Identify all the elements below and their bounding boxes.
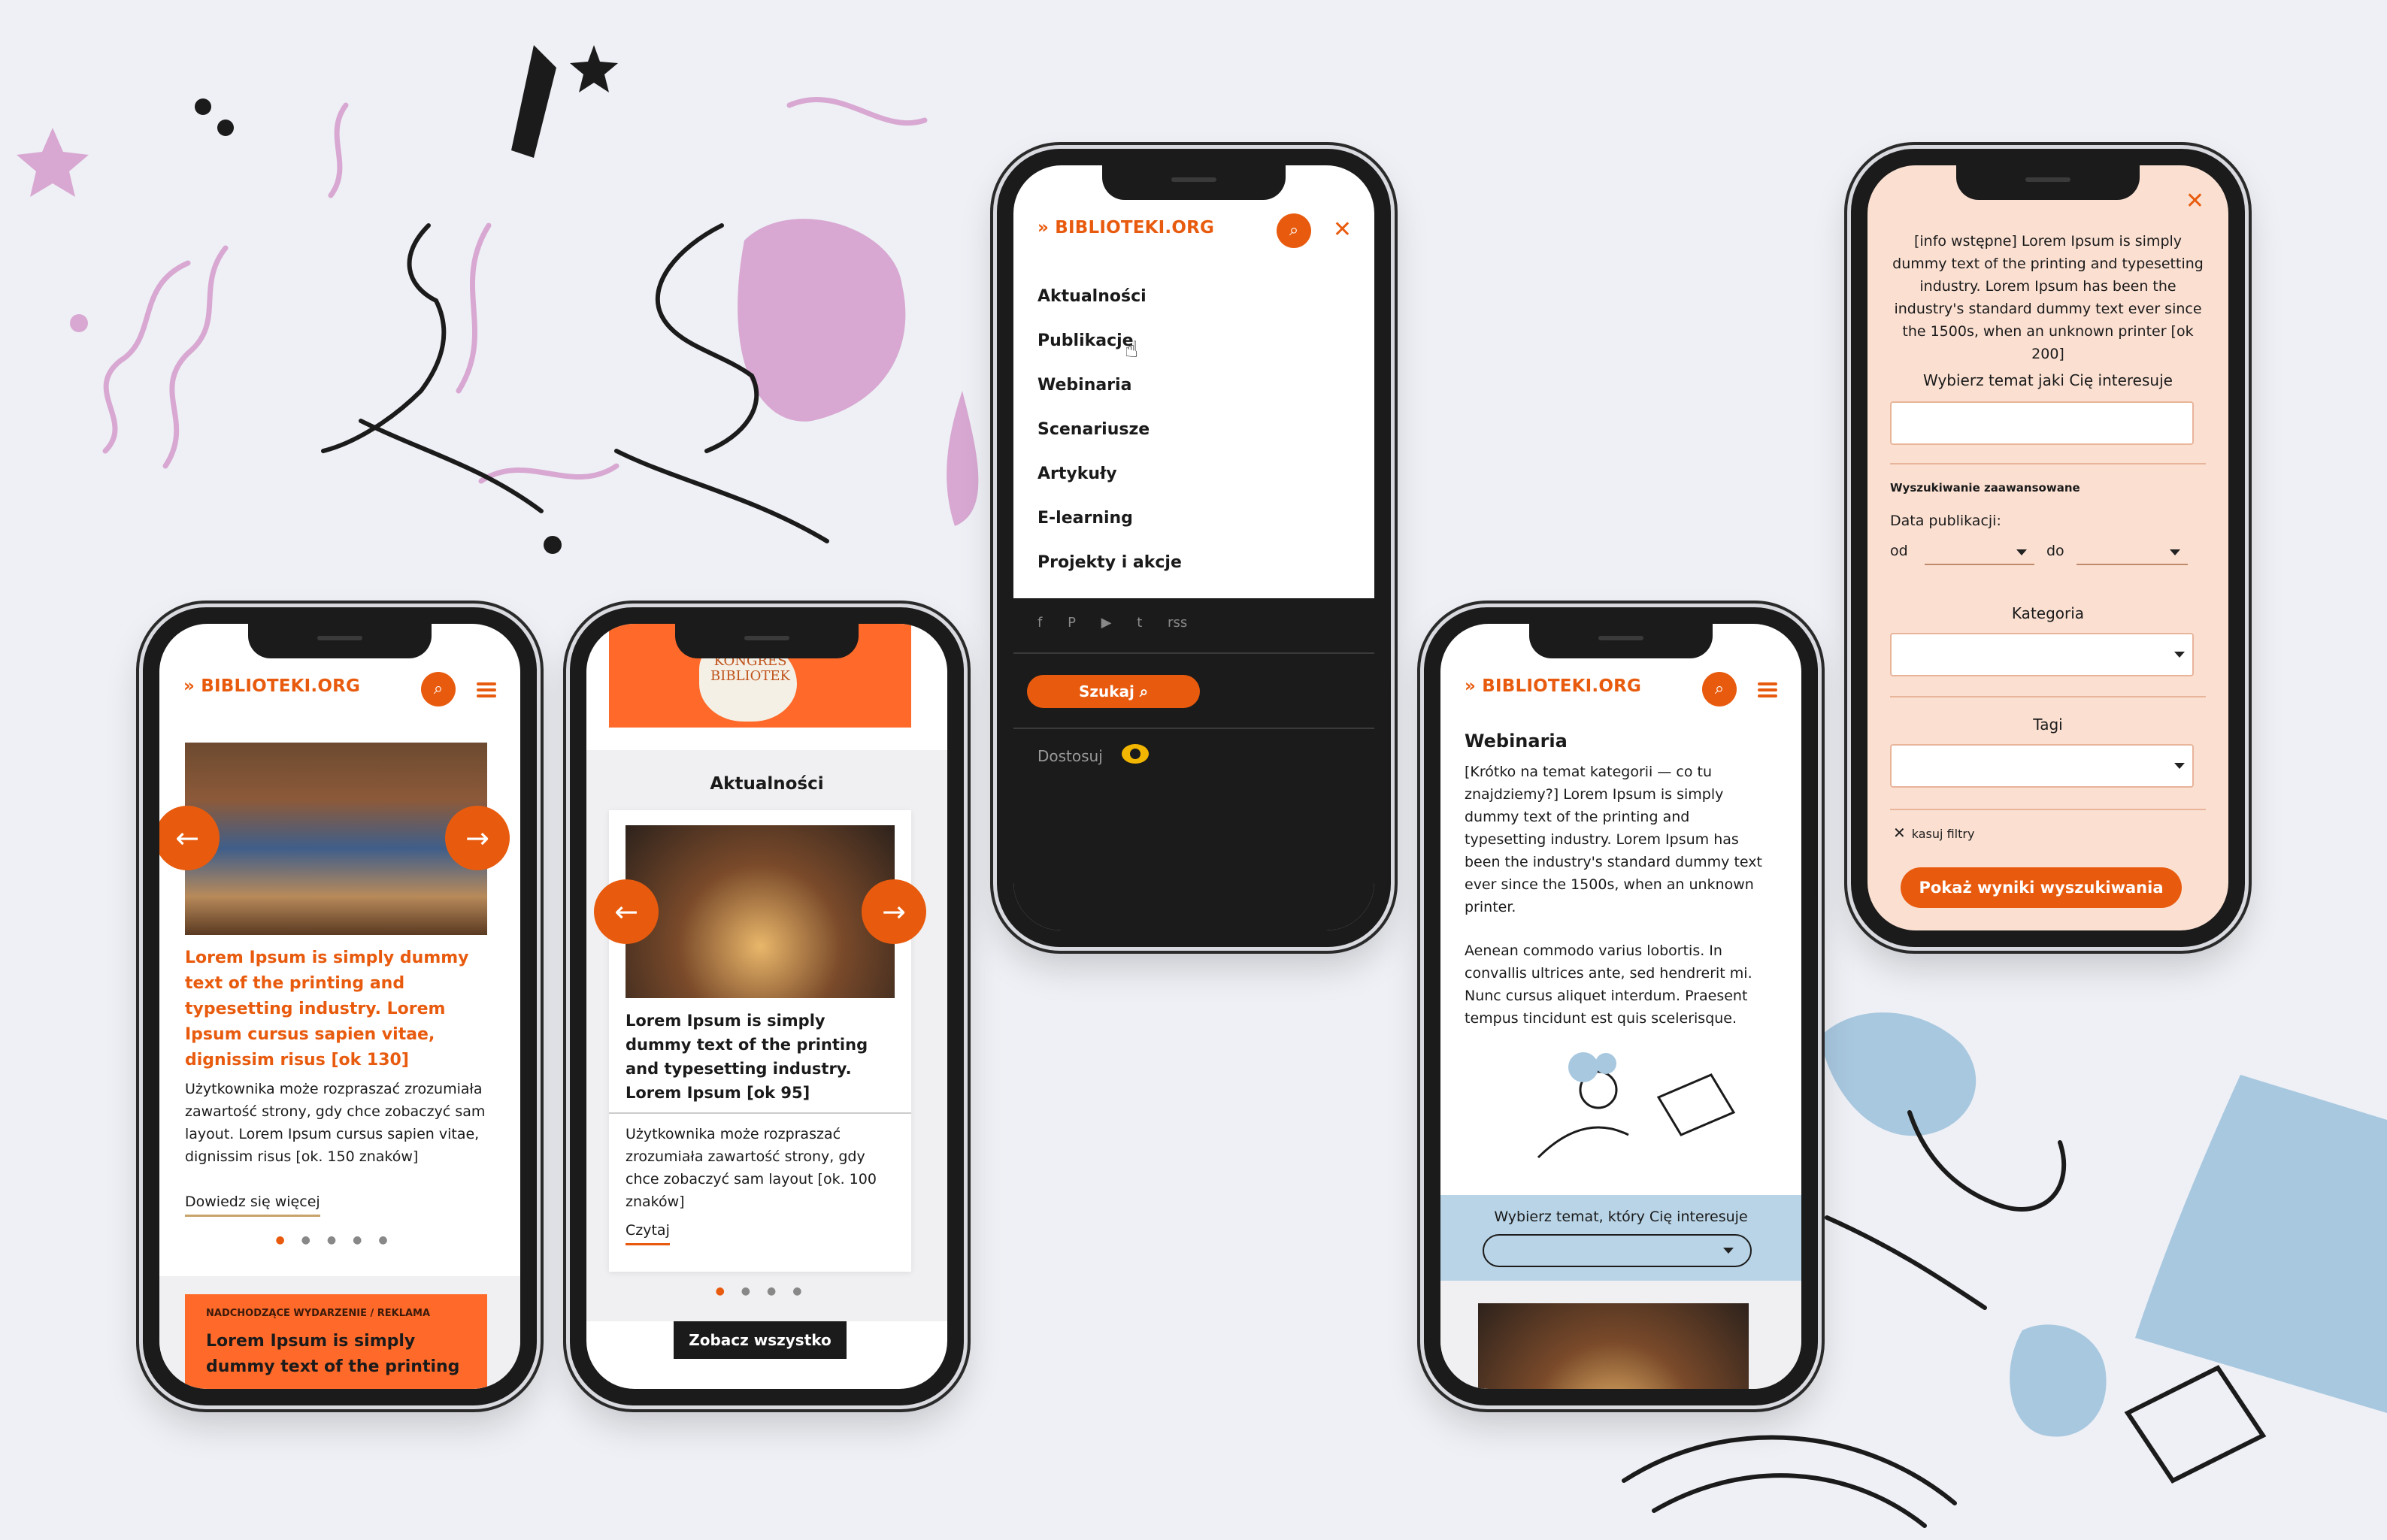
webinar-illustration [1537,1052,1736,1159]
divider [1890,463,2206,464]
eye-icon[interactable] [1122,744,1149,764]
header: » BIBLIOTEKI.ORG ⌕ ✕ [1013,200,1374,265]
close-icon[interactable]: ✕ [2186,188,2204,214]
phone-filters-screen: ✕ [info wstępne] Lorem Ipsum is simply d… [1867,165,2228,930]
phone-news: KONGRES BIBLIOTEK Aktualności ← → Lorem … [570,607,964,1405]
pointer-cursor-icon: ☝ [1125,337,1139,363]
news-card-body: Użytkownika może rozpraszać zrozumiała z… [626,1126,877,1210]
logo[interactable]: » BIBLIOTEKI.ORG [1037,218,1214,238]
carousel-pagination[interactable]: ●●●●● [159,1234,520,1246]
adjust-label[interactable]: Dostosuj [1037,747,1103,765]
search-button[interactable]: Szukaj ⌕ [1027,675,1200,708]
footer-divider [1013,652,1374,654]
phone-home: » BIBLIOTEKI.ORG ⌕ ← → Lorem Ipsum is si… [143,607,537,1405]
carousel-next-button[interactable]: → [862,879,926,944]
date-from-select[interactable] [1925,541,2034,565]
news-image [626,825,895,998]
notch [1529,624,1713,658]
menu-item-aktualnosci[interactable]: Aktualności [1037,287,1147,306]
phone-webinars: » BIBLIOTEKI.ORG ⌕ Webinaria [Krótko na … [1424,607,1818,1405]
hamburger-menu-icon[interactable] [1758,682,1777,697]
rss-icon[interactable]: rss [1168,615,1187,631]
news-card-title[interactable]: Lorem Ipsum is simply dummy text of the … [626,1009,895,1105]
category-select[interactable] [1890,633,2194,676]
topic-label: Wybierz temat, który Cię interesuje [1494,1209,1748,1225]
category-label: Kategoria [2011,604,2085,622]
carousel-pagination[interactable]: ●●●● [586,1285,947,1297]
date-label: Data publikacji: [1890,513,2001,529]
notch [1956,165,2140,200]
youtube-icon[interactable]: ▶ [1101,615,1112,631]
search-icon[interactable]: ⌕ [1277,213,1311,248]
event-label: NADCHODZĄCE WYDARZENIE / REKLAMA [206,1308,431,1319]
phone-home-screen: » BIBLIOTEKI.ORG ⌕ ← → Lorem Ipsum is si… [159,624,520,1389]
pinterest-icon[interactable]: P [1068,615,1076,631]
event-title: Lorem Ipsum is simply dummy text of the … [206,1332,460,1376]
date-to-select[interactable] [2077,541,2188,565]
logo[interactable]: » BIBLIOTEKI.ORG [183,676,360,696]
carousel-image [185,743,487,935]
menu-item-artykuly[interactable]: Artykuły [1037,464,1117,483]
hamburger-menu-icon[interactable] [477,682,496,697]
menu-item-elearning[interactable]: E-learning [1037,509,1133,528]
twitter-icon[interactable]: t [1137,615,1142,631]
read-more-link[interactable]: Dowiedz się więcej [185,1194,320,1217]
clear-x-icon: ✕ [1893,824,1906,842]
date-from-label: od [1890,543,1908,559]
topic-filter-bar: Wybierz temat, który Cię interesuje [1440,1195,1801,1281]
phone-webinars-screen: » BIBLIOTEKI.ORG ⌕ Webinaria [Krótko na … [1440,624,1801,1389]
menu-item-scenariusze[interactable]: Scenariusze [1037,420,1150,439]
webinar-card-image[interactable] [1478,1303,1749,1389]
clear-filters-link[interactable]: ✕ kasuj filtry [1893,824,1974,842]
topic-input[interactable] [1890,401,2194,445]
menu-footer: f P ▶ t rss Szukaj ⌕ Dostosuj [1013,598,1374,930]
menu-item-webinaria[interactable]: Webinaria [1037,376,1131,395]
eye-pupil [1130,749,1140,759]
see-all-button[interactable]: Zobacz wszystko [674,1321,847,1359]
divider [1890,696,2206,697]
tags-label: Tagi [2033,716,2063,734]
show-results-button[interactable]: Pokaż wyniki wyszukiwania [1901,867,2182,908]
advanced-search-label: Wyszukiwanie zaawansowane [1890,481,2080,495]
card-body: Użytkownika może rozpraszać zrozumiała z… [185,1081,486,1165]
carousel-prev-button[interactable]: ← [594,879,659,944]
footer-divider-2 [1013,728,1374,729]
banner-text: KONGRES BIBLIOTEK [710,653,790,684]
event-banner[interactable]: NADCHODZĄCE WYDARZENIE / REKLAMA Lorem I… [185,1294,487,1389]
card-divider [609,1112,911,1114]
carousel-next-button[interactable]: → [445,806,510,870]
topic-select[interactable] [1483,1234,1752,1267]
notch [675,624,859,658]
facebook-icon[interactable]: f [1037,615,1042,631]
social-icons: f P ▶ t rss [1037,615,1187,631]
notch [1102,165,1286,200]
read-link[interactable]: Czytaj [626,1222,670,1245]
clear-filters-label: kasuj filtry [1911,827,1975,841]
search-button-label: Szukaj [1078,682,1134,700]
logo[interactable]: » BIBLIOTEKI.ORG [1465,676,1641,696]
menu-item-publikacje[interactable]: Publikacje [1037,331,1134,350]
tags-select[interactable] [1890,744,2194,788]
menu-item-projekty[interactable]: Projekty i akcje [1037,553,1182,572]
category-text: Aenean commodo varius lobortis. In conva… [1465,942,1752,1027]
divider [1890,809,2206,810]
category-intro: [Krótko na temat kategorii — co tu znajd… [1465,764,1762,915]
card-title[interactable]: Lorem Ipsum is simply dummy text of the … [185,945,486,1073]
phone-menu-screen: » BIBLIOTEKI.ORG ⌕ ✕ Aktualności Publika… [1013,165,1374,930]
phone-news-screen: KONGRES BIBLIOTEK Aktualności ← → Lorem … [586,624,947,1389]
header: » BIBLIOTEKI.ORG ⌕ [159,658,520,723]
search-icon[interactable]: ⌕ [421,672,456,706]
section-title: Aktualności [710,774,824,794]
date-to-label: do [2046,543,2064,559]
notch [248,624,432,658]
info-text: [info wstępne] Lorem Ipsum is simply dum… [1892,233,2204,362]
phone-search-filters: ✕ [info wstępne] Lorem Ipsum is simply d… [1851,149,2245,947]
topic-label: Wybierz temat jaki Cię interesuje [1923,371,2173,389]
search-icon[interactable]: ⌕ [1702,672,1737,706]
phone-menu: » BIBLIOTEKI.ORG ⌕ ✕ Aktualności Publika… [997,149,1391,947]
close-icon[interactable]: ✕ [1333,216,1352,243]
page-title: Webinaria [1465,731,1568,752]
header: » BIBLIOTEKI.ORG ⌕ [1440,658,1801,723]
